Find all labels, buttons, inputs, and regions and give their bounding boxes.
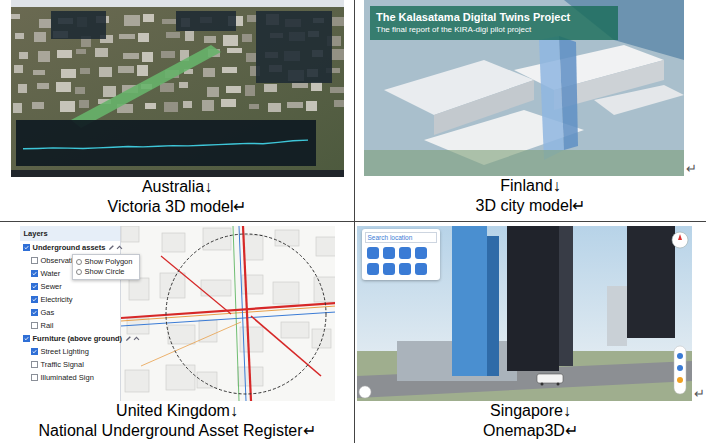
radio-button[interactable]: [76, 269, 82, 275]
layer-checkbox[interactable]: [23, 244, 30, 251]
nuar-screenshot: Layers Underground assets Observati Water Se…: [20, 226, 335, 401]
compass-icon[interactable]: [672, 232, 688, 248]
layer-label: Furniture (above ground): [33, 334, 123, 343]
group-tools: [125, 335, 140, 342]
layer-row[interactable]: Furniture (above ground): [20, 332, 120, 345]
layer-label: Electricity: [41, 295, 73, 304]
layer-checkbox[interactable]: [31, 257, 38, 264]
search-panel: Search location: [362, 229, 440, 280]
home-icon[interactable]: [359, 386, 371, 398]
check-icon: [24, 244, 29, 251]
shape-menu: Show PolygonShow Circle: [72, 254, 140, 280]
layer-row[interactable]: Sewer: [20, 280, 120, 293]
layer-row[interactable]: Underground assets: [20, 241, 120, 254]
check-icon: [32, 270, 37, 277]
layer-label: Gas: [41, 308, 55, 317]
aerial-map: [11, 0, 344, 177]
layer-label: Traffic Signal: [41, 360, 84, 369]
kalasatama-report-cover: The Kalasatama Digital Twins ProjectThe …: [364, 0, 684, 176]
figure-row: The Kalasatama Digital Twins ProjectThe …: [364, 0, 697, 176]
layer-checkbox[interactable]: [31, 296, 38, 303]
check-icon: [32, 296, 37, 303]
collapse-icon[interactable]: [116, 244, 123, 251]
layer-label: Observati: [41, 256, 73, 265]
layer-label: Sewer: [41, 282, 62, 291]
category-icon[interactable]: [399, 263, 411, 275]
check-icon: [24, 335, 29, 342]
category-icon[interactable]: [415, 263, 427, 275]
victoria-screenshot: [11, 0, 344, 177]
table-cell: Layers Underground assets Observati Water Se…: [0, 222, 355, 443]
check-icon: [32, 309, 37, 316]
model-caption: 3D city model↵: [476, 196, 586, 216]
layer-row[interactable]: Illuminated Sign: [20, 371, 120, 384]
search-field[interactable]: Search location: [365, 232, 437, 243]
figure-row: Search location ↵: [357, 226, 705, 401]
edit-icon[interactable]: [108, 244, 115, 251]
layer-checkbox[interactable]: [31, 374, 38, 381]
shape-option[interactable]: Show Circle: [76, 267, 136, 277]
layer-label: Water: [41, 269, 61, 278]
report-subtitle: The final report of the KIRA-digi pilot …: [376, 24, 612, 35]
layer-checkbox[interactable]: [31, 348, 38, 355]
layer-row[interactable]: Electricity: [20, 293, 120, 306]
collapse-icon[interactable]: [133, 335, 140, 342]
layer-checkbox[interactable]: [31, 309, 38, 316]
shape-option-label: Show Circle: [85, 267, 125, 277]
table-cell: The Kalasatama Digital Twins ProjectThe …: [355, 0, 706, 222]
layer-checkbox[interactable]: [31, 270, 38, 277]
paragraph-mark: ↵: [694, 387, 705, 401]
elevation-profile-line: [23, 140, 308, 149]
category-icon[interactable]: [399, 247, 411, 259]
layers-header: Layers: [20, 226, 120, 241]
model-caption: National Underground Asset Register↵: [38, 421, 315, 441]
table-cell: Australia↓Victoria 3D model↵: [0, 0, 355, 222]
radio-button[interactable]: [76, 259, 82, 265]
model-caption: Victoria 3D model↵: [108, 197, 247, 217]
edit-icon[interactable]: [125, 335, 132, 342]
layer-label: Illuminated Sign: [41, 373, 94, 382]
asset-map[interactable]: [121, 226, 335, 401]
check-icon: [32, 283, 37, 290]
tool-strip[interactable]: [674, 346, 686, 394]
country-caption: Finland↓: [500, 176, 560, 196]
layer-checkbox[interactable]: [23, 335, 30, 342]
layer-label: Street Lighting: [41, 347, 89, 356]
country-caption: Australia↓: [142, 177, 212, 197]
model-caption: Onemap3D↵: [483, 421, 578, 441]
report-title: The Kalasatama Digital Twins Project: [376, 10, 612, 24]
group-tools: [108, 244, 123, 251]
category-icon[interactable]: [367, 263, 379, 275]
shape-option[interactable]: Show Polygon: [76, 257, 136, 267]
table-cell: Search location ↵ Singapore↓Onemap3D↵: [355, 222, 706, 443]
layer-checkbox[interactable]: [31, 361, 38, 368]
category-icon[interactable]: [383, 263, 395, 275]
layer-row[interactable]: Traffic Signal: [20, 358, 120, 371]
category-grid: [365, 243, 437, 277]
country-caption: Singapore↓: [490, 401, 571, 421]
category-icon[interactable]: [367, 247, 379, 259]
layer-row[interactable]: Street Lighting: [20, 345, 120, 358]
layers-panel: Layers Underground assets Observati Water Se…: [20, 226, 121, 401]
layer-row[interactable]: Gas: [20, 306, 120, 319]
country-caption: United Kingdom↓: [116, 401, 238, 421]
document-table: Australia↓Victoria 3D model↵ The Kalasata…: [0, 0, 706, 443]
search-circle[interactable]: [166, 234, 326, 394]
report-title-banner: The Kalasatama Digital Twins ProjectThe …: [370, 6, 618, 40]
figure-row: Layers Underground assets Observati Water Se…: [20, 226, 335, 401]
category-icon[interactable]: [415, 247, 427, 259]
shape-option-label: Show Polygon: [85, 257, 133, 267]
onemap3d-screenshot: Search location: [357, 226, 692, 401]
layer-checkbox[interactable]: [31, 283, 38, 290]
figure-row: [11, 0, 344, 177]
layer-row[interactable]: Rail: [20, 319, 120, 332]
layer-checkbox[interactable]: [31, 322, 38, 329]
layer-label: Underground assets: [33, 243, 106, 252]
category-icon[interactable]: [383, 247, 395, 259]
paragraph-mark: ↵: [686, 162, 697, 176]
check-icon: [32, 348, 37, 355]
layer-label: Rail: [41, 321, 54, 330]
